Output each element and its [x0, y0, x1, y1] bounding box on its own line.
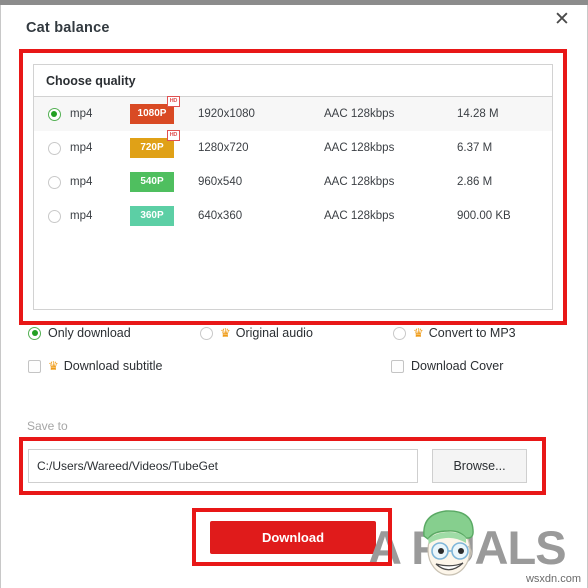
quality-audio: AAC 128kbps	[324, 176, 395, 188]
checkbox-download-subtitle[interactable]	[28, 359, 41, 373]
quality-audio: AAC 128kbps	[324, 108, 395, 120]
crown-icon: ♛	[48, 359, 59, 373]
quality-resolution: 640x360	[198, 210, 243, 222]
watermark: A PUALS wsxdn.com	[368, 504, 588, 588]
quality-format: mp4	[70, 176, 93, 188]
quality-radio-cell	[34, 141, 70, 155]
window-right-edge	[584, 5, 588, 588]
quality-resolution: 960x540	[198, 176, 243, 188]
quality-row[interactable]: mp4 540P 960x540 AAC 128kbps 2.86 M	[34, 165, 552, 199]
option-label: Download subtitle	[63, 359, 163, 373]
quality-radio-cell	[34, 175, 70, 189]
quality-size: 2.86 M	[457, 176, 493, 188]
checkbox-download-cover[interactable]	[391, 359, 404, 373]
quality-badge-label: 1080P	[137, 108, 167, 119]
radio-convert-to-mp3[interactable]	[393, 326, 406, 340]
quality-format: mp4	[70, 210, 93, 222]
option-only-download[interactable]: Only download	[28, 326, 131, 340]
option-convert-to-mp3[interactable]: ♛ Convert to MP3	[393, 326, 516, 340]
quality-badge-icon: 1080P HD	[130, 96, 180, 124]
quality-audio: AAC 128kbps	[324, 142, 395, 154]
quality-badge-icon: 360P	[130, 206, 174, 226]
hd-tag-icon: HD	[166, 96, 180, 107]
save-path-input[interactable]: C:/Users/Wareed/Videos/TubeGet	[28, 449, 418, 483]
quality-badge-label: 360P	[140, 210, 164, 221]
quality-format: mp4	[70, 108, 93, 120]
quality-format: mp4	[70, 142, 93, 154]
browse-button[interactable]: Browse...	[432, 449, 527, 483]
quality-badge-icon: 720P HD	[130, 130, 180, 158]
quality-size: 6.37 M	[457, 142, 493, 154]
quality-badge-cell: 540P	[130, 172, 198, 192]
quality-radio-540p[interactable]	[47, 175, 61, 189]
quality-radio-360p[interactable]	[47, 209, 61, 223]
quality-badge-cell: 360P	[130, 206, 198, 226]
quality-radio-1080p[interactable]	[47, 107, 61, 121]
option-original-audio[interactable]: ♛ Original audio	[200, 326, 313, 340]
option-label: Only download	[48, 326, 131, 340]
quality-audio: AAC 128kbps	[324, 210, 395, 222]
quality-badge-label: 720P	[140, 142, 164, 153]
watermark-brand: A PUALS	[368, 521, 567, 574]
quality-radio-720p[interactable]	[47, 141, 61, 155]
mascot-icon	[423, 510, 474, 576]
quality-resolution: 1280x720	[198, 142, 249, 154]
quality-size: 900.00 KB	[457, 210, 511, 222]
quality-row[interactable]: mp4 360P 640x360 AAC 128kbps 900.00 KB	[34, 199, 552, 233]
quality-radio-cell	[34, 107, 70, 121]
option-label: Convert to MP3	[428, 326, 516, 340]
hd-tag-icon: HD	[166, 130, 180, 141]
option-label: Download Cover	[411, 359, 504, 373]
quality-badge-label: 540P	[140, 176, 164, 187]
window-left-edge	[0, 5, 4, 588]
quality-row[interactable]: mp4 1080P HD 1920x1080 AAC 128kbps 14.28…	[34, 96, 552, 131]
quality-panel: Choose quality mp4 1080P HD 1920x1080 AA…	[33, 64, 553, 310]
quality-resolution: 1920x1080	[198, 108, 255, 120]
quality-size: 14.28 M	[457, 108, 499, 120]
option-download-cover[interactable]: Download Cover	[391, 359, 503, 373]
download-button[interactable]: Download	[210, 521, 376, 554]
close-icon[interactable]: ✕	[546, 4, 578, 34]
save-to-label: Save to	[27, 419, 68, 433]
quality-row[interactable]: mp4 720P HD 1280x720 AAC 128kbps 6.37 M	[34, 130, 552, 165]
quality-radio-cell	[34, 209, 70, 223]
downloader-dialog: Cat balance ✕ Choose quality mp4 1080P H…	[0, 0, 588, 588]
watermark-url: wsxdn.com	[521, 572, 585, 586]
radio-original-audio[interactable]	[200, 326, 213, 340]
option-label: Original audio	[235, 326, 313, 340]
radio-only-download[interactable]	[28, 326, 41, 340]
dialog-title: Cat balance	[26, 20, 110, 36]
quality-badge-icon: 540P	[130, 172, 174, 192]
option-download-subtitle[interactable]: ♛ Download subtitle	[28, 359, 162, 373]
crown-icon: ♛	[413, 326, 424, 340]
window-top-chrome	[0, 0, 588, 5]
quality-badge-cell: 1080P HD	[130, 96, 198, 124]
quality-panel-header: Choose quality	[34, 65, 552, 97]
crown-icon: ♛	[220, 326, 231, 340]
quality-badge-cell: 720P HD	[130, 130, 198, 158]
